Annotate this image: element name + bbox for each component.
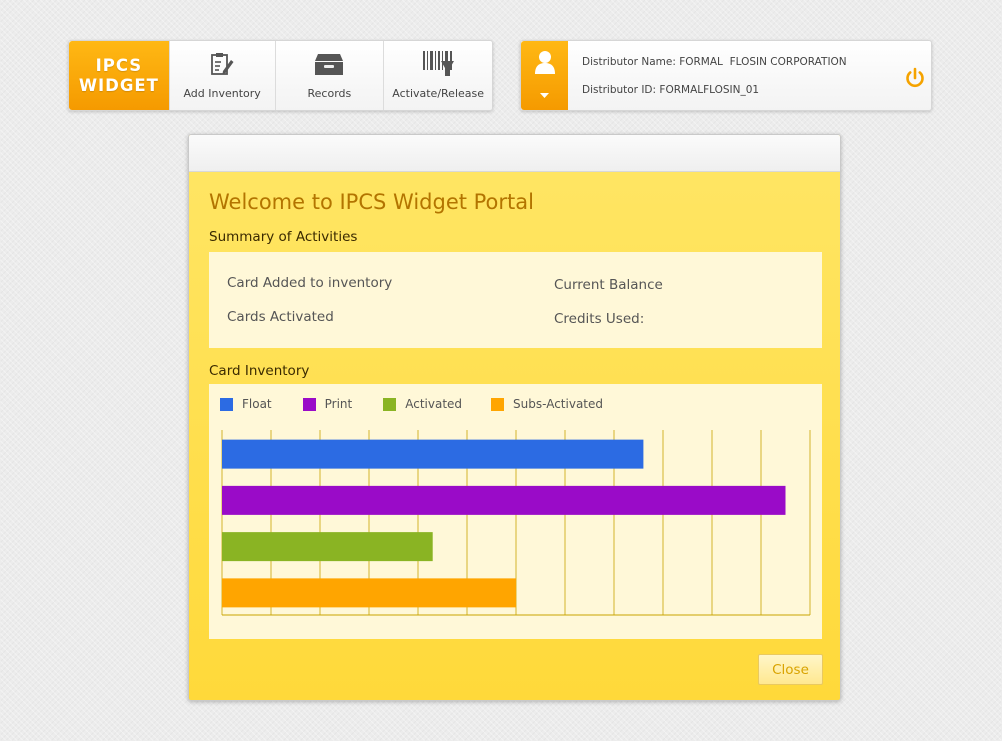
user-menu-toggle[interactable] (521, 41, 568, 110)
activate-release-label: Activate/Release (392, 87, 485, 100)
add-inventory-button[interactable]: Add Inventory (168, 41, 275, 110)
distributor-id-value: FORMALFLOSIN_01 (659, 84, 760, 96)
power-icon (904, 67, 926, 93)
power-button[interactable] (904, 67, 926, 89)
add-inventory-label: Add Inventory (183, 87, 261, 100)
distributor-name-value: FORMAL FLOSIN CORPORATION (679, 56, 847, 68)
barcode-scanner-icon (421, 47, 455, 77)
credits-used-label: Credits Used: (554, 311, 645, 327)
bar-activated (222, 532, 433, 562)
card-inventory-panel: Float Print Activated Subs-Activated (209, 384, 822, 639)
caret-down-icon (540, 84, 549, 103)
distributor-panel: Distributor Name: FORMAL FLOSIN CORPORAT… (520, 40, 932, 111)
bar-print (222, 485, 786, 515)
summary-title: Summary of Activities (209, 229, 358, 245)
modal-header (189, 135, 840, 172)
add-inventory-icon (209, 47, 235, 77)
records-label: Records (307, 87, 352, 100)
distributor-id-label: Distributor ID: (582, 84, 657, 96)
distributor-name: Distributor Name: FORMAL FLOSIN CORPORAT… (582, 56, 847, 68)
welcome-modal: Welcome to IPCS Widget Portal Summary of… (188, 134, 841, 701)
records-button[interactable]: Records (274, 41, 384, 110)
cards-added-label: Card Added to inventory (227, 275, 393, 291)
ipcs-widget-logo[interactable]: IPCS WIDGET (69, 41, 169, 110)
activate-release-button[interactable]: Activate/Release (383, 41, 492, 110)
distributor-id: Distributor ID: FORMALFLOSIN_01 (582, 84, 759, 96)
logo-line-1: IPCS (95, 55, 143, 75)
card-inventory-chart (221, 430, 811, 616)
bar-float (222, 439, 644, 469)
card-inventory-title: Card Inventory (209, 363, 310, 379)
bar-subs-activated (222, 578, 516, 608)
distributor-name-label: Distributor Name: (582, 56, 676, 68)
user-icon (534, 49, 556, 79)
current-balance-label: Current Balance (554, 277, 663, 293)
main-nav: IPCS WIDGET Add Inventory Records Activa… (68, 40, 493, 111)
welcome-title: Welcome to IPCS Widget Portal (209, 190, 534, 214)
records-icon (313, 47, 345, 77)
cards-activated-label: Cards Activated (227, 309, 334, 325)
logo-line-2: WIDGET (78, 75, 159, 95)
summary-panel: Card Added to inventory Cards Activated … (209, 252, 822, 348)
close-button[interactable]: Close (758, 654, 823, 685)
